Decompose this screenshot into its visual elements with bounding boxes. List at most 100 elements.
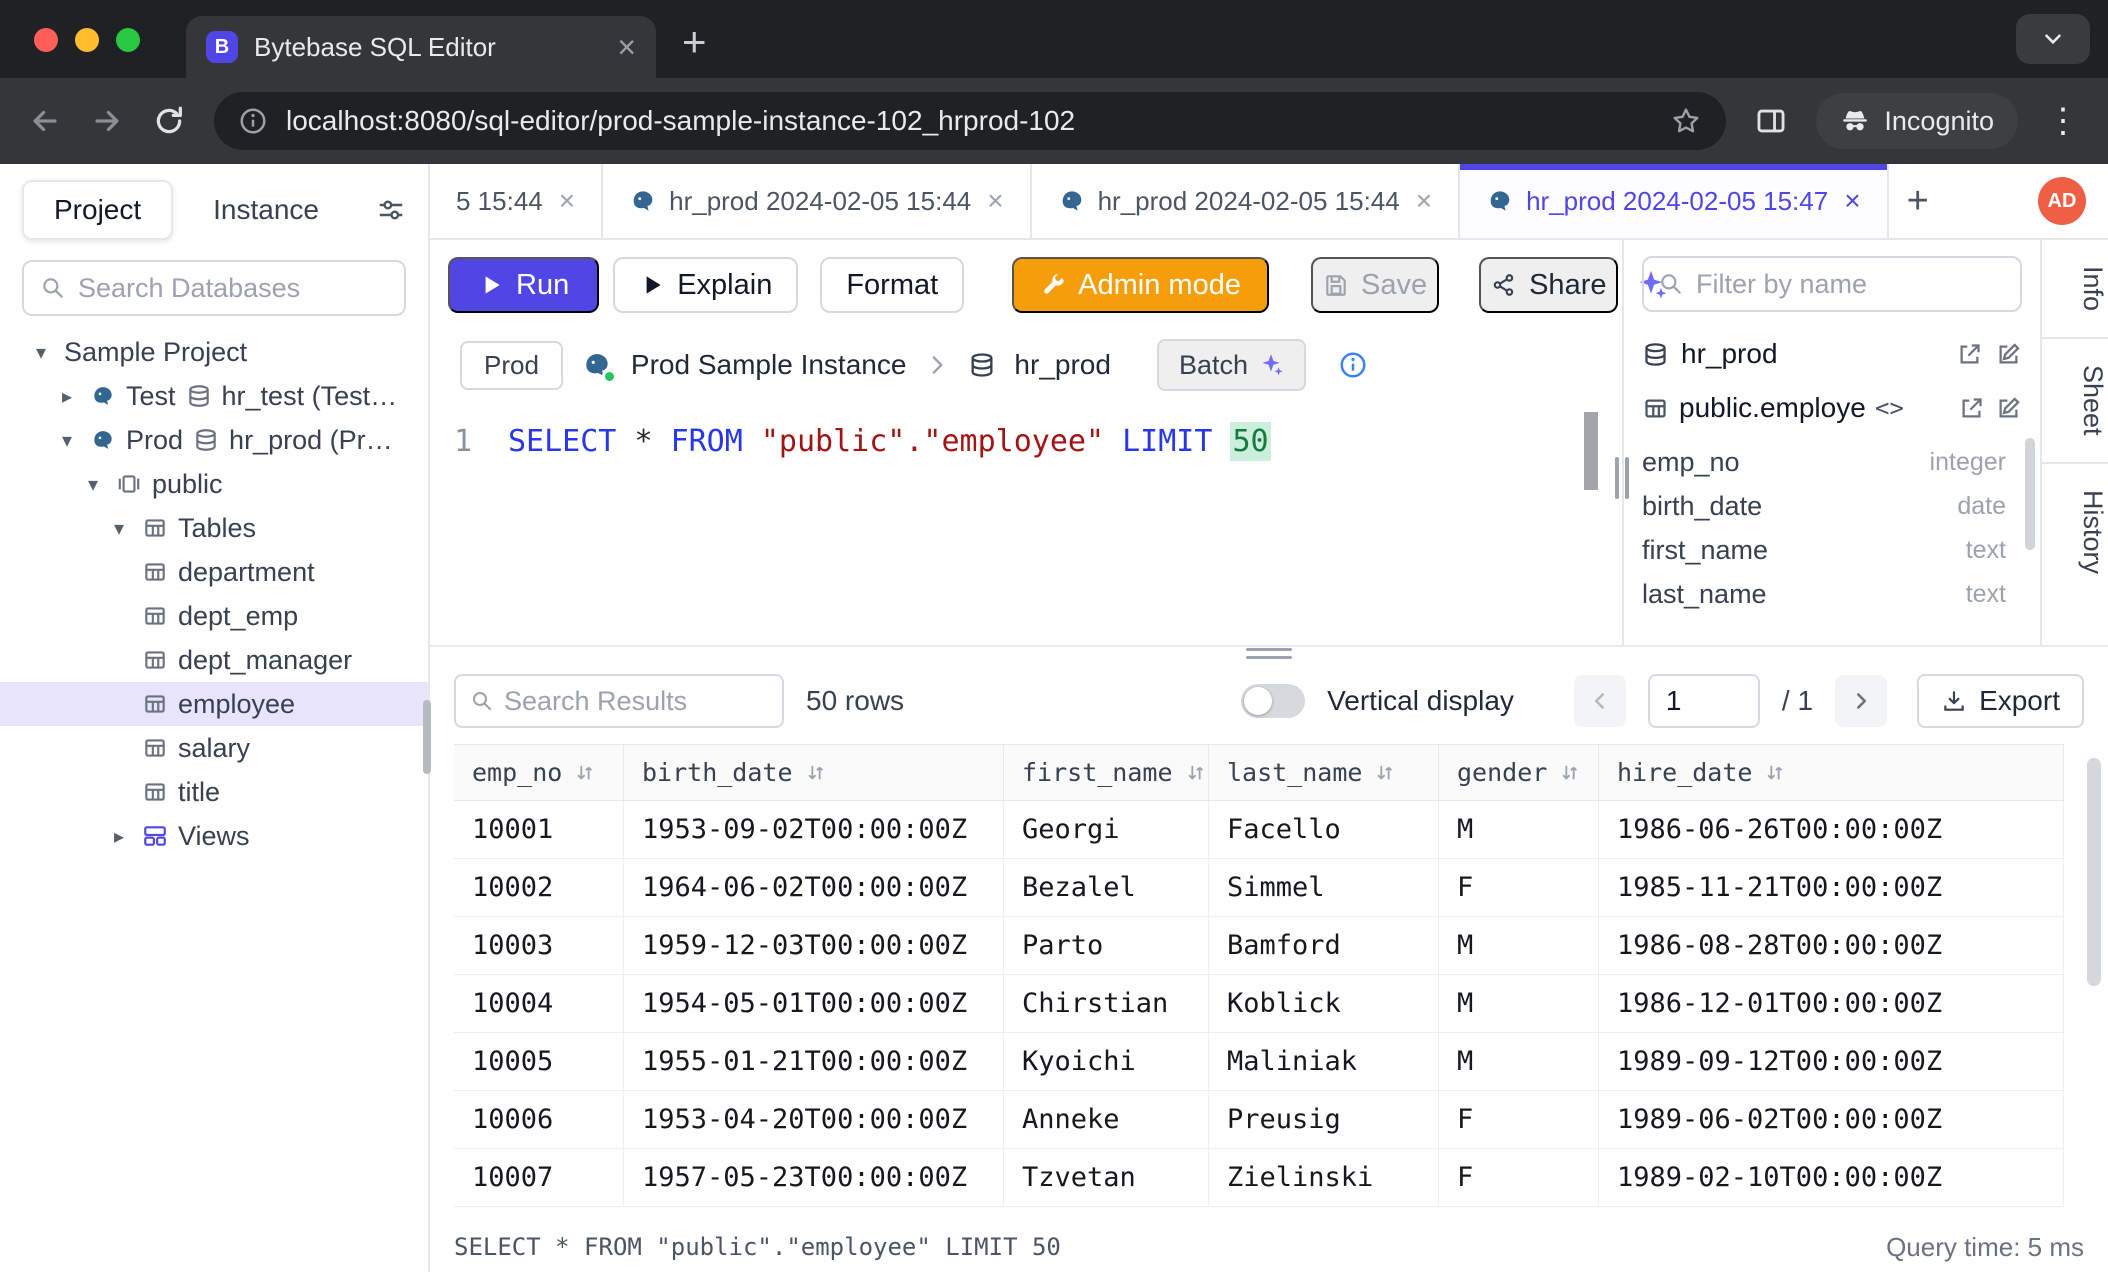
results-search-box[interactable] [454,674,784,728]
tree-item-table-dept-emp[interactable]: dept_emp [0,594,428,638]
page-input[interactable] [1648,674,1760,728]
tree-item-prod-instance[interactable]: ▾ Prod hr_prod (Pr… [0,418,428,462]
schema-table-row[interactable]: public.employe <> [1642,392,2022,424]
forward-icon[interactable] [90,104,124,138]
cell-gender[interactable]: F [1439,859,1599,916]
schema-db-row[interactable]: hr_prod [1642,338,2022,370]
cell-birth-date[interactable]: 1953-04-20T00:00:00Z [624,1091,1004,1148]
results-scrollbar[interactable] [2087,758,2101,986]
tree-item-test-instance[interactable]: ▸ Test hr_test (Test… [0,374,428,418]
cell-emp-no[interactable]: 10001 [454,801,624,858]
cell-hire-date[interactable]: 1989-02-10T00:00:00Z [1599,1149,2064,1206]
table-row[interactable]: 10002 1964-06-02T00:00:00Z Bezalel Simme… [454,859,2064,917]
cell-emp-no[interactable]: 10002 [454,859,624,916]
tree-item-table-title[interactable]: title [0,770,428,814]
cell-last-name[interactable]: Zielinski [1209,1149,1439,1206]
database-breadcrumb[interactable]: hr_prod [1014,349,1111,381]
column-header[interactable]: last_name [1209,745,1439,800]
close-icon[interactable]: × [617,31,636,63]
cell-last-name[interactable]: Preusig [1209,1091,1439,1148]
external-link-icon[interactable] [1956,341,1983,368]
share-button[interactable]: Share [1479,257,1618,313]
caret-down-icon[interactable]: ▾ [28,340,54,365]
cell-hire-date[interactable]: 1989-09-12T00:00:00Z [1599,1033,2064,1090]
splitter-handle[interactable] [1246,648,1292,659]
column-row[interactable]: birth_date date [1642,484,2022,528]
cell-first-name[interactable]: Kyoichi [1004,1033,1209,1090]
format-button[interactable]: Format [820,257,964,313]
tree-item-table-department[interactable]: department [0,550,428,594]
side-tab-history[interactable]: History [2042,464,2108,600]
filter-box[interactable] [1642,256,2022,312]
cell-gender[interactable]: F [1439,1149,1599,1206]
cell-birth-date[interactable]: 1959-12-03T00:00:00Z [624,917,1004,974]
column-header[interactable]: emp_no [454,745,624,800]
cell-first-name[interactable]: Parto [1004,917,1209,974]
zoom-window-button[interactable] [116,28,140,52]
column-header[interactable]: gender [1439,745,1599,800]
cell-gender[interactable]: M [1439,801,1599,858]
external-link-icon[interactable] [1958,395,1985,422]
close-icon[interactable]: × [1844,185,1860,217]
query-tab-3[interactable]: hr_prod 2024-02-05 15:44 × [1032,164,1460,238]
cell-first-name[interactable]: Anneke [1004,1091,1209,1148]
cell-birth-date[interactable]: 1953-09-02T00:00:00Z [624,801,1004,858]
explain-button[interactable]: Explain [613,257,798,313]
cell-last-name[interactable]: Maliniak [1209,1033,1439,1090]
database-search-input[interactable] [78,273,388,304]
table-row[interactable]: 10007 1957-05-23T00:00:00Z Tzvetan Zieli… [454,1149,2064,1207]
column-row[interactable]: emp_no integer [1642,440,2022,484]
site-info-icon[interactable] [238,106,268,136]
cell-gender[interactable]: F [1439,1091,1599,1148]
tree-item-views-group[interactable]: ▸ Views [0,814,428,858]
cell-last-name[interactable]: Facello [1209,801,1439,858]
export-button[interactable]: Export [1917,674,2084,728]
browser-tab[interactable]: B Bytebase SQL Editor × [186,16,656,78]
tab-project[interactable]: Project [22,180,173,240]
cell-hire-date[interactable]: 1986-12-01T00:00:00Z [1599,975,2064,1032]
add-query-tab-button[interactable]: + [1889,164,1947,238]
query-tab-1[interactable]: 5 15:44 × [430,164,603,238]
tree-item-schema-public[interactable]: ▾ public [0,462,428,506]
code-icon[interactable]: <> [1875,394,1904,422]
vertical-display-toggle[interactable] [1241,684,1305,718]
run-button[interactable]: Run [448,257,599,313]
admin-mode-button[interactable]: Admin mode [1012,257,1269,313]
tree-item-project[interactable]: ▾ Sample Project [0,330,428,374]
caret-right-icon[interactable]: ▸ [54,384,80,409]
side-panel-icon[interactable] [1754,104,1788,138]
query-tab-2[interactable]: hr_prod 2024-02-05 15:44 × [603,164,1031,238]
tree-item-table-employee-selected[interactable]: employee [0,682,428,726]
close-icon[interactable]: × [987,185,1003,217]
cell-hire-date[interactable]: 1986-08-28T00:00:00Z [1599,917,2064,974]
filter-by-name-input[interactable] [1696,269,2006,300]
cell-birth-date[interactable]: 1964-06-02T00:00:00Z [624,859,1004,916]
caret-down-icon[interactable]: ▾ [54,428,80,453]
cell-emp-no[interactable]: 10005 [454,1033,624,1090]
table-row[interactable]: 10004 1954-05-01T00:00:00Z Chirstian Kob… [454,975,2064,1033]
cell-gender[interactable]: M [1439,1033,1599,1090]
column-row[interactable]: last_name text [1642,572,2022,616]
cell-emp-no[interactable]: 10004 [454,975,624,1032]
minimize-window-button[interactable] [75,28,99,52]
side-tab-info[interactable]: Info [2042,240,2108,339]
cell-gender[interactable]: M [1439,975,1599,1032]
instance-breadcrumb[interactable]: Prod Sample Instance [631,349,907,381]
filter-settings-icon[interactable] [376,195,406,225]
cell-emp-no[interactable]: 10007 [454,1149,624,1206]
cell-first-name[interactable]: Chirstian [1004,975,1209,1032]
save-button[interactable]: Save [1311,257,1439,313]
close-icon[interactable]: × [559,185,575,217]
avatar[interactable]: AD [2038,177,2086,225]
cell-birth-date[interactable]: 1955-01-21T00:00:00Z [624,1033,1004,1090]
cell-last-name[interactable]: Koblick [1209,975,1439,1032]
prev-page-button[interactable] [1574,675,1626,727]
cell-hire-date[interactable]: 1985-11-21T00:00:00Z [1599,859,2064,916]
cell-first-name[interactable]: Bezalel [1004,859,1209,916]
cell-emp-no[interactable]: 10006 [454,1091,624,1148]
database-search-box[interactable] [22,260,406,316]
query-tab-4-active[interactable]: hr_prod 2024-02-05 15:47 × [1460,164,1888,238]
cell-last-name[interactable]: Bamford [1209,917,1439,974]
tree-item-table-dept-manager[interactable]: dept_manager [0,638,428,682]
cell-hire-date[interactable]: 1989-06-02T00:00:00Z [1599,1091,2064,1148]
